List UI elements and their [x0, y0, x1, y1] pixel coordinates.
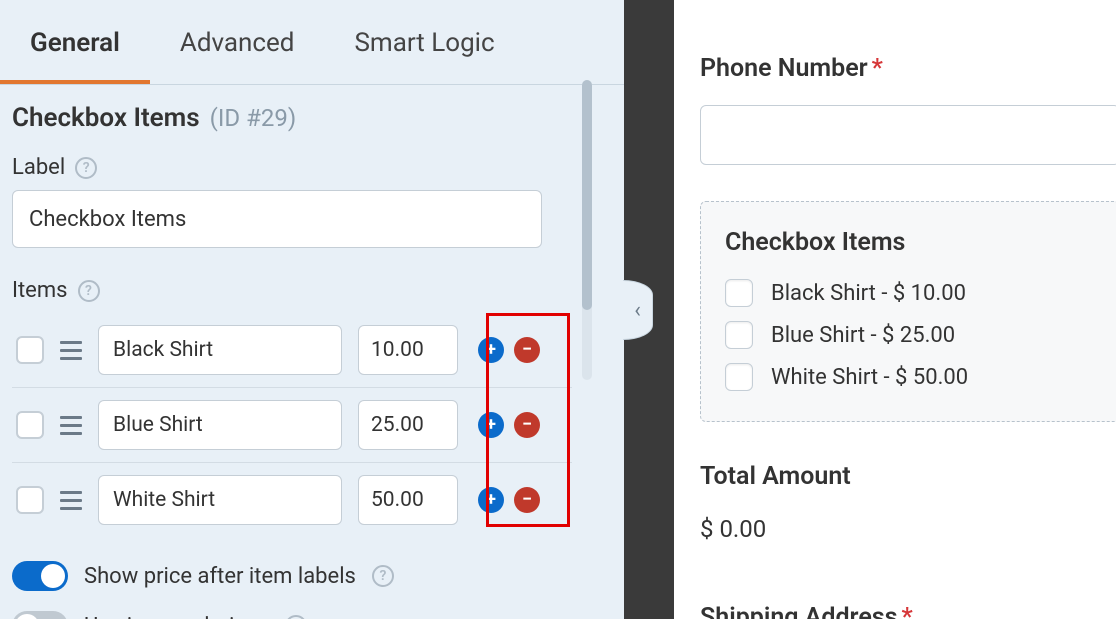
add-item-icon[interactable]: +: [478, 487, 504, 513]
item-price-input[interactable]: [358, 475, 458, 525]
help-icon[interactable]: ?: [75, 157, 97, 179]
help-icon[interactable]: ?: [372, 565, 394, 587]
toggle-image-choices[interactable]: [12, 611, 68, 619]
checkbox[interactable]: [725, 363, 753, 391]
checkbox-items-field[interactable]: Checkbox Items Black Shirt - $ 10.00 Blu…: [700, 201, 1116, 422]
phone-label: Phone Number*: [700, 54, 1116, 83]
toggle-image-choices-label: Use image choices: [84, 614, 269, 619]
tab-general[interactable]: General: [0, 0, 150, 84]
item-default-checkbox[interactable]: [16, 486, 44, 514]
toggle-show-price-label: Show price after item labels: [84, 564, 356, 589]
item-row: + −: [12, 388, 572, 463]
drag-handle-icon[interactable]: [60, 416, 82, 435]
toggle-show-price[interactable]: [12, 561, 68, 591]
item-price-input[interactable]: [358, 325, 458, 375]
panel-scrollbar[interactable]: [582, 80, 592, 380]
help-icon[interactable]: ?: [78, 280, 100, 302]
label-input[interactable]: [12, 190, 542, 248]
collapse-panel-button[interactable]: ‹: [623, 280, 653, 340]
item-name-input[interactable]: [98, 475, 342, 525]
shipping-address-label: Shipping Address*: [700, 603, 1116, 619]
chevron-left-icon: ‹: [634, 298, 641, 323]
preview-item-label: White Shirt - $ 50.00: [771, 365, 968, 390]
help-icon[interactable]: ?: [285, 615, 307, 619]
remove-item-icon[interactable]: −: [514, 337, 540, 363]
tab-smart-logic[interactable]: Smart Logic: [324, 0, 524, 84]
total-amount-value: $ 0.00: [700, 515, 1116, 543]
add-item-icon[interactable]: +: [478, 412, 504, 438]
checkbox-items-title: Checkbox Items: [725, 228, 1095, 257]
item-default-checkbox[interactable]: [16, 336, 44, 364]
item-name-input[interactable]: [98, 400, 342, 450]
required-asterisk: *: [872, 54, 883, 83]
label-caption: Label: [12, 155, 65, 180]
field-title: Checkbox Items: [12, 103, 200, 133]
drag-handle-icon[interactable]: [60, 491, 82, 510]
add-item-icon[interactable]: +: [478, 337, 504, 363]
item-row: + −: [12, 463, 572, 537]
items-caption: Items: [12, 278, 68, 303]
item-default-checkbox[interactable]: [16, 411, 44, 439]
total-amount-label: Total Amount: [700, 462, 1116, 491]
items-list: + − + − + −: [12, 313, 612, 537]
remove-item-icon[interactable]: −: [514, 412, 540, 438]
field-id: (ID #29): [210, 104, 297, 132]
preview-item: Black Shirt - $ 10.00: [725, 279, 1095, 307]
preview-item-label: Blue Shirt - $ 25.00: [771, 323, 955, 348]
required-asterisk: *: [902, 603, 913, 619]
form-preview-panel: Phone Number* Checkbox Items Black Shirt…: [674, 0, 1116, 619]
options-tabs: General Advanced Smart Logic: [0, 0, 624, 85]
remove-item-icon[interactable]: −: [514, 487, 540, 513]
item-price-input[interactable]: [358, 400, 458, 450]
panel-divider: ‹: [624, 0, 674, 619]
preview-item: White Shirt - $ 50.00: [725, 363, 1095, 391]
field-title-row: Checkbox Items (ID #29): [12, 103, 612, 133]
field-options-panel: General Advanced Smart Logic Checkbox It…: [0, 0, 624, 619]
checkbox[interactable]: [725, 321, 753, 349]
preview-item: Blue Shirt - $ 25.00: [725, 321, 1095, 349]
drag-handle-icon[interactable]: [60, 341, 82, 360]
preview-item-label: Black Shirt - $ 10.00: [771, 281, 966, 306]
item-name-input[interactable]: [98, 325, 342, 375]
tab-advanced[interactable]: Advanced: [150, 0, 325, 84]
item-row: + −: [12, 313, 572, 388]
checkbox[interactable]: [725, 279, 753, 307]
phone-input[interactable]: [700, 105, 1116, 165]
